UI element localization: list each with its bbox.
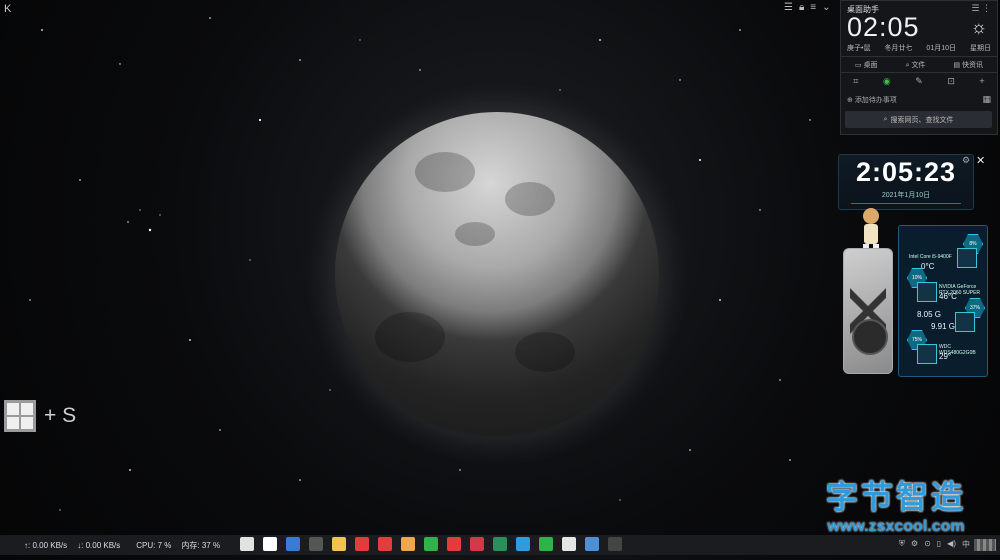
desktop-assistant-panel: 桌面助手 ☰ ⋮ 02:05 ☼ 庚子•鼠 冬月廿七 01月10日 星期日 ▭ …	[840, 0, 998, 135]
list-icon[interactable]: ☰	[784, 2, 793, 13]
gpu-card-graphic	[843, 248, 893, 374]
upload-speed: ↑: 0.00 KB/s	[24, 540, 68, 550]
taskbar-app-icon[interactable]	[470, 537, 484, 551]
tab-desktop[interactable]: ▭ 桌面	[855, 60, 878, 70]
site-watermark: 字节智造 www.zsxcool.com	[826, 472, 966, 536]
todo-add-button[interactable]: ⊕ 添加待办事项	[847, 95, 897, 105]
tray-settings-icon[interactable]: ⚙	[911, 539, 918, 550]
taskbar-app-icon[interactable]	[585, 537, 599, 551]
clock-divider	[851, 203, 961, 204]
shortcut-hint: + S	[4, 400, 76, 432]
taskbar-app-icon[interactable]	[424, 537, 438, 551]
edit-icon[interactable]: ✎	[915, 76, 923, 87]
gear-icon[interactable]: ⚙	[962, 155, 970, 166]
digital-clock-date: 2021年1月10日	[881, 192, 931, 199]
crop-icon[interactable]: ⌗	[853, 76, 858, 87]
search-icon: ⌕	[883, 115, 888, 123]
taskbar-app-icon[interactable]	[378, 537, 392, 551]
eye-icon[interactable]: ◉	[883, 76, 891, 87]
lock-icon[interactable]: ⊡	[947, 76, 955, 87]
fan-icon	[852, 319, 888, 355]
gpu-temp: 46°C	[939, 292, 957, 301]
assistant-clock: 02:05	[847, 12, 920, 42]
disk-icon	[917, 344, 937, 364]
chevron-down-icon[interactable]: ⌄	[822, 2, 830, 13]
taskbar-app-icon[interactable]	[332, 537, 346, 551]
grid-icon[interactable]: ▦	[982, 94, 991, 105]
taskbar-app-icon[interactable]	[562, 537, 576, 551]
gpu-chip-icon	[917, 282, 937, 302]
taskbar-app-icon[interactable]	[539, 537, 553, 551]
memory-chip-icon	[955, 312, 975, 332]
tray-volume-icon[interactable]: ◀)	[947, 539, 956, 550]
solar-date: 01月10日	[926, 45, 956, 52]
tray-shield-icon[interactable]: ⛨	[899, 539, 905, 550]
taskbar-apps	[240, 537, 622, 551]
cpu-name: Intel Core i5-9400F	[909, 254, 952, 260]
weekday: 星期日	[969, 45, 991, 52]
lock-icon[interactable]: 🔒︎	[799, 2, 804, 13]
assistant-tabs: ▭ 桌面 ⌕ 文件 ▤ 快资讯	[841, 56, 997, 70]
add-icon[interactable]: +	[979, 76, 984, 87]
system-tray: ⛨ ⚙ ⊙ ▯ ◀) 中	[899, 539, 970, 550]
taskbar-app-icon[interactable]	[286, 537, 300, 551]
taskbar-app-icon[interactable]	[401, 537, 415, 551]
taskbar: ↑: 0.00 KB/s ↓: 0.00 KB/s CPU: 7 % 内存: 3…	[0, 535, 1000, 555]
assistant-date-row: 庚子•鼠 冬月廿七 01月10日 星期日	[847, 43, 991, 53]
menu-icon[interactable]: ≡	[810, 2, 816, 13]
taskbar-app-icon[interactable]	[447, 537, 461, 551]
taskbar-app-icon[interactable]	[240, 537, 254, 551]
taskbar-app-icon[interactable]	[516, 537, 530, 551]
digital-clock-widget: 2:05:23 2021年1月10日	[838, 154, 974, 210]
tab-files[interactable]: ⌕ 文件	[906, 60, 926, 70]
taskbar-app-icon[interactable]	[608, 537, 622, 551]
memory-total: 9.91 G	[931, 322, 956, 331]
desktop-corner-icon[interactable]: K	[4, 3, 11, 15]
watermark-title: 字节智造	[826, 479, 967, 515]
tray-ime-icon[interactable]: 中	[962, 539, 970, 550]
digital-clock-time: 2:05:23	[855, 157, 957, 187]
assistant-tools: ⌗ ◉ ✎ ⊡ +	[841, 72, 997, 87]
shortcut-key: + S	[44, 404, 77, 427]
memory-used: 8.05 G	[917, 310, 942, 319]
tab-news[interactable]: ▤ 快资讯	[953, 60, 983, 70]
top-toolbar: ☰ 🔒︎ ≡ ⌄	[784, 2, 831, 13]
tray-battery-icon[interactable]: ▯	[937, 539, 941, 550]
disk-temp: 29°	[939, 352, 952, 361]
assistant-search-input[interactable]: ⌕ 搜索网页、查找文件	[845, 111, 992, 128]
lunar-year: 庚子•鼠	[847, 45, 871, 52]
taskbar-app-icon[interactable]	[263, 537, 277, 551]
clock-mosaic	[974, 539, 996, 551]
taskbar-app-icon[interactable]	[493, 537, 507, 551]
cpu-chip-icon	[957, 248, 977, 268]
close-icon[interactable]: ✕	[976, 154, 985, 167]
cpu-temp: 0°C	[921, 262, 935, 271]
windows-logo-icon	[4, 400, 36, 432]
assistant-menu-icon[interactable]: ☰ ⋮	[971, 3, 991, 14]
lunar-date: 冬月廿七	[884, 45, 913, 52]
moon-image	[335, 112, 659, 436]
taskbar-app-icon[interactable]	[355, 537, 369, 551]
cpu-usage-text: CPU: 7 %	[136, 540, 172, 550]
tray-network-icon[interactable]: ⊙	[924, 539, 931, 550]
hardware-monitor-panel: 8% Intel Core i5-9400F 0°C 10% NVIDIA Ge…	[898, 225, 988, 377]
watermark-url: www.zsxcool.com	[827, 518, 965, 535]
download-speed: ↓: 0.00 KB/s	[77, 540, 121, 550]
memory-usage-text: 内存: 37 %	[181, 540, 221, 550]
taskbar-app-icon[interactable]	[309, 537, 323, 551]
sun-icon[interactable]: ☼	[971, 17, 988, 38]
